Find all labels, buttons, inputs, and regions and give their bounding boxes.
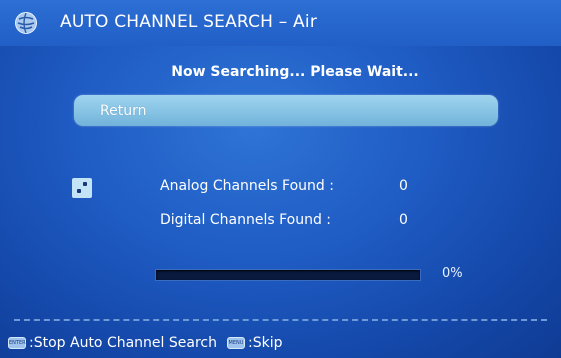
footer-divider	[14, 319, 547, 321]
skip-hint[interactable]: :Skip	[248, 335, 283, 351]
analog-channels-label: Analog Channels Found :	[160, 178, 334, 194]
digital-channels-count: 0	[399, 212, 408, 228]
stop-search-hint[interactable]: :Stop Auto Channel Search	[29, 335, 217, 351]
enter-key-icon: ENTER	[8, 337, 26, 349]
key-hints-footer: ENTER :Stop Auto Channel Search MENU :Sk…	[8, 332, 282, 354]
channel-search-screen: AUTO CHANNEL SEARCH – Air Now Searching.…	[0, 0, 561, 358]
analog-channels-count: 0	[399, 178, 408, 194]
title-bar: AUTO CHANNEL SEARCH – Air	[0, 0, 561, 46]
scan-dots-icon	[72, 178, 92, 198]
menu-key-icon: MENU	[226, 337, 245, 349]
return-button-label: Return	[100, 102, 147, 119]
search-progress-bar	[156, 270, 420, 280]
return-button[interactable]: Return	[74, 95, 498, 126]
digital-channels-label: Digital Channels Found :	[160, 212, 331, 228]
search-progress-percent: 0%	[442, 266, 463, 281]
search-status-text: Now Searching... Please Wait...	[171, 64, 419, 80]
globe-logo-icon	[15, 12, 37, 34]
page-title: AUTO CHANNEL SEARCH – Air	[60, 12, 318, 32]
